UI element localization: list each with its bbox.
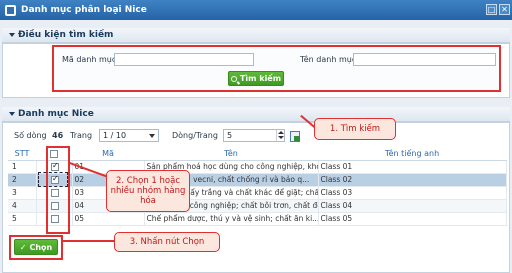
- ten-danh-muc-label: Tên danh mục:: [300, 55, 359, 64]
- table-row[interactable]: 2 02 Thuốc màu, vecni, chất chống rỉ và …: [8, 173, 507, 187]
- callout-step-1: 1. Tìm kiếm: [314, 118, 396, 140]
- cell-stt: 3: [8, 186, 37, 200]
- dong-trang-label: Dòng/Trang: [172, 131, 218, 140]
- col-header-ma[interactable]: Mã: [72, 148, 144, 161]
- callout-step-3: 3. Nhấn nút Chọn: [114, 232, 220, 252]
- window-title: Danh mục phân loại Nice: [21, 5, 147, 15]
- search-icon: [230, 75, 237, 82]
- export-excel-icon[interactable]: [290, 131, 300, 142]
- nice-class-table: STT Mã Tên Tên tiếng anh 1 01 Sản phẩm h…: [8, 148, 507, 226]
- cell-ten-en: Class 03: [318, 186, 507, 200]
- check-icon: ✓: [19, 242, 27, 252]
- page-select-value: 1 / 10: [103, 131, 127, 140]
- cell-ten-en: Class 05: [318, 212, 507, 226]
- search-button[interactable]: Tìm kiếm: [228, 71, 284, 86]
- search-panel-header[interactable]: Điều kiện tìm kiếm: [2, 28, 510, 43]
- search-button-label: Tìm kiếm: [239, 74, 282, 83]
- collapse-triangle-icon: [9, 33, 15, 37]
- callout-step-2: 2. Chọn 1 hoặc nhiều nhóm hàng hóa: [106, 170, 190, 212]
- window-titlebar: Danh mục phân loại Nice □ ✕: [0, 0, 512, 20]
- table-row[interactable]: 3 03 Chế phẩm tẩy trắng và chất khác để …: [8, 186, 507, 200]
- ten-danh-muc-input[interactable]: [353, 53, 496, 66]
- list-panel-title: Danh mục Nice: [18, 109, 94, 119]
- cell-ten-en: Class 02: [318, 173, 507, 187]
- close-icon[interactable]: ✕: [499, 4, 510, 15]
- cell-ten-en: Class 04: [318, 199, 507, 213]
- cell-ten-en: Class 01: [318, 160, 507, 174]
- cell-stt: 2: [8, 173, 37, 187]
- table-row[interactable]: 4 04 Dầu và mỡ công nghiệp; chất bôi trơ…: [8, 199, 507, 213]
- select-button[interactable]: ✓ Chọn: [14, 239, 58, 255]
- callout-3-leader: [62, 240, 116, 242]
- cell-ten: Chế phẩm dược, thú y và vệ sinh; chất ăn…: [144, 212, 319, 226]
- ma-danh-muc-label: Mã danh mục:: [62, 55, 119, 64]
- cell-stt: 1: [8, 160, 37, 174]
- so-dong-label: Số dòng: [14, 131, 47, 140]
- checkbox-column-highlight: [46, 146, 70, 234]
- chevron-down-icon: [149, 134, 155, 138]
- search-panel-title: Điều kiện tìm kiếm: [18, 30, 114, 40]
- rows-per-page-value: 5: [227, 131, 233, 140]
- table-row[interactable]: 5 05 Chế phẩm dược, thú y và vệ sinh; ch…: [8, 212, 507, 226]
- focus-outline: [38, 172, 68, 187]
- table-header-row: STT Mã Tên Tên tiếng anh: [8, 148, 506, 161]
- app-icon: [5, 4, 16, 16]
- select-button-label: Chọn: [29, 242, 53, 252]
- ma-danh-muc-input[interactable]: [114, 53, 254, 66]
- collapse-triangle-icon: [9, 112, 15, 116]
- spinner-arrows-icon[interactable]: [276, 130, 284, 141]
- rows-per-page-spinner[interactable]: 5: [223, 129, 285, 142]
- page-select[interactable]: 1 / 10: [99, 129, 159, 142]
- col-header-ten-tieng-anh[interactable]: Tên tiếng anh: [318, 148, 506, 161]
- trang-label: Trang: [70, 131, 93, 140]
- col-header-ten[interactable]: Tên: [144, 148, 318, 161]
- list-panel-header[interactable]: Danh mục Nice: [2, 107, 510, 122]
- cell-stt: 5: [8, 212, 37, 226]
- so-dong-value: 46: [52, 131, 64, 140]
- col-header-stt: STT: [8, 148, 36, 161]
- cell-stt: 4: [8, 199, 37, 213]
- maximize-icon[interactable]: □: [486, 4, 497, 15]
- cell-ma: 05: [72, 212, 145, 226]
